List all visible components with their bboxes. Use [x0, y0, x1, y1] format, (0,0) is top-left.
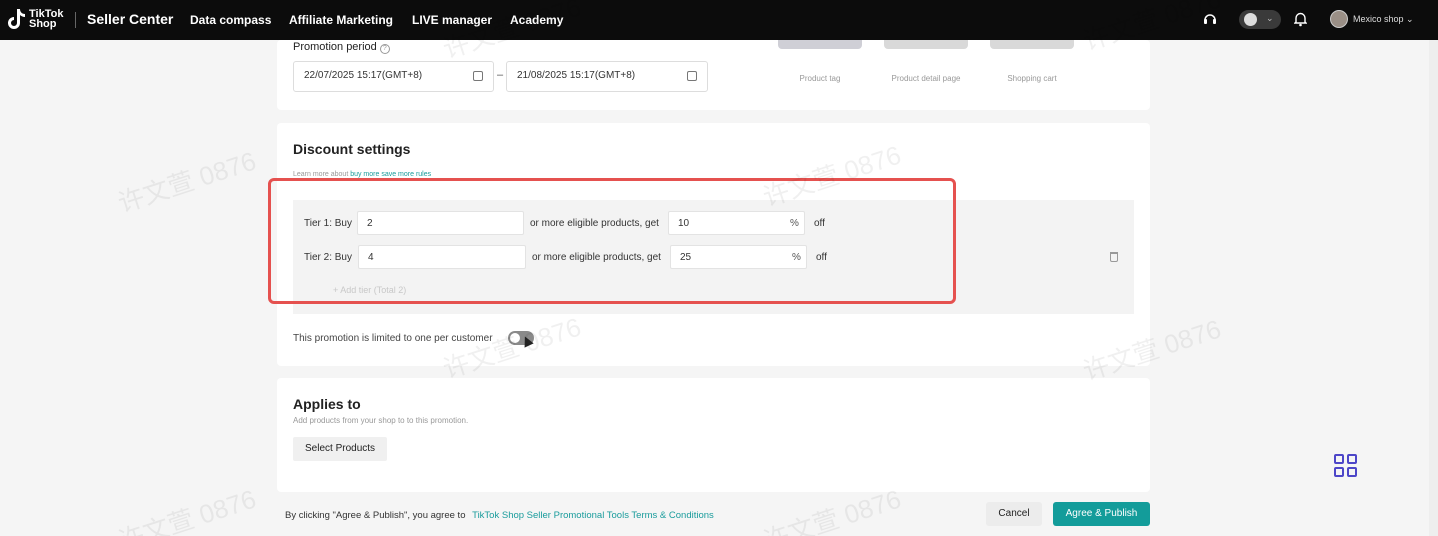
end-date-input[interactable]: 21/08/2025 15:17(GMT+8)	[506, 61, 708, 92]
start-date-input[interactable]: 22/07/2025 15:17(GMT+8)	[293, 61, 494, 92]
promotion-period-label: Promotion period ?	[293, 41, 390, 54]
footer-bar: By clicking "Agree & Publish", you agree…	[0, 492, 1429, 536]
rules-link[interactable]: buy more save more rules	[350, 171, 431, 178]
terms-link[interactable]: TikTok Shop Seller Promotional Tools Ter…	[472, 510, 714, 521]
help-icon[interactable]: ?	[379, 44, 390, 54]
applies-to-card: Applies to Add products from your shop t…	[277, 378, 1150, 492]
promotion-period-text: Promotion period	[293, 41, 377, 53]
select-products-button[interactable]: Select Products	[293, 437, 388, 461]
nav-affiliate-marketing[interactable]: Affiliate Marketing	[289, 13, 393, 27]
preview-label-shopping-cart: Shopping cart	[1007, 74, 1057, 83]
shopping-cart-preview	[990, 40, 1074, 49]
headset-icon[interactable]	[1203, 10, 1217, 28]
nav-data-compass[interactable]: Data compass	[190, 13, 271, 27]
watermark: 许文萱 0876	[114, 145, 260, 219]
avatar[interactable]	[1330, 10, 1348, 28]
discount-settings-title: Discount settings	[293, 141, 411, 157]
shop-name[interactable]: Mexico shop ⌄	[1353, 14, 1414, 25]
terms-prefix: By clicking "Agree & Publish", you agree…	[285, 510, 466, 521]
end-date-value: 21/08/2025 15:17(GMT+8)	[517, 70, 636, 81]
date-separator: –	[497, 69, 504, 81]
limit-per-customer-label: This promotion is limited to one per cus…	[293, 333, 493, 344]
terms-text: By clicking "Agree & Publish", you agree…	[285, 510, 714, 521]
highlight-annotation	[268, 178, 956, 304]
product-detail-preview	[884, 40, 968, 49]
shop-name-label: Mexico shop	[1353, 14, 1404, 24]
delete-tier-icon[interactable]	[1110, 252, 1118, 262]
top-nav-bar: TikTok Shop Seller Center Data compass A…	[0, 0, 1438, 40]
chat-icon	[1244, 13, 1257, 26]
tiktok-note-icon	[8, 9, 25, 29]
calendar-icon	[687, 71, 697, 81]
discount-hint: Learn more about buy more save more rule…	[293, 171, 431, 178]
cancel-button[interactable]: Cancel	[986, 502, 1042, 526]
preview-label-product-detail: Product detail page	[891, 74, 961, 83]
calendar-icon	[473, 71, 483, 81]
applies-to-hint: Add products from your shop to to this p…	[293, 416, 469, 425]
hint-prefix: Learn more about	[293, 171, 351, 178]
product-tag-preview	[778, 40, 862, 49]
tiktok-shop-logo[interactable]: TikTok Shop	[8, 7, 63, 31]
start-date-value: 22/07/2025 15:17(GMT+8)	[304, 70, 423, 81]
promotion-period-card: Promotion period ? 22/07/2025 15:17(GMT+…	[277, 40, 1150, 110]
scrollbar[interactable]	[1429, 40, 1438, 536]
app-grid-icon[interactable]	[1334, 454, 1357, 477]
brand-title[interactable]: Seller Center	[87, 11, 173, 27]
toggle-knob	[510, 333, 520, 343]
chevron-down-icon: ⌄	[1266, 13, 1274, 23]
agree-publish-button[interactable]: Agree & Publish	[1053, 502, 1150, 526]
chat-button[interactable]: ⌄	[1239, 10, 1281, 29]
preview-label-product-tag: Product tag	[799, 74, 841, 83]
logo-line2: Shop	[29, 18, 57, 30]
bell-icon[interactable]	[1294, 10, 1307, 28]
nav-live-manager[interactable]: LIVE manager	[412, 13, 492, 27]
nav-divider	[75, 12, 76, 28]
applies-to-title: Applies to	[293, 396, 361, 412]
nav-academy[interactable]: Academy	[510, 13, 563, 27]
